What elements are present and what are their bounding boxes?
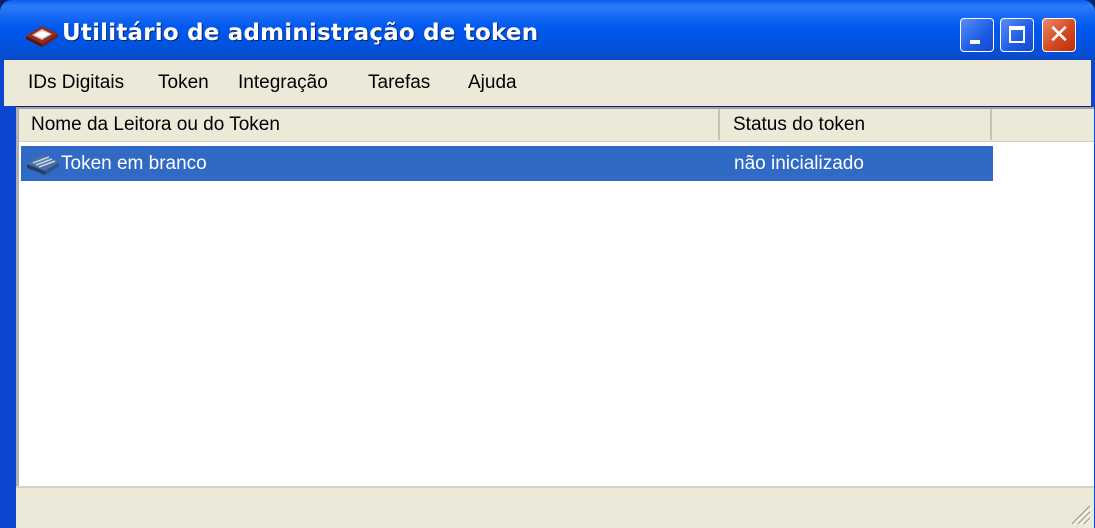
token-name: Token em branco: [61, 153, 207, 174]
menu-integracao[interactable]: Integração: [238, 72, 328, 94]
menu-bar: IDs Digitais Token Integração Tarefas Aj…: [4, 60, 1091, 106]
maximize-icon: [1009, 26, 1025, 43]
close-icon: ✕: [1048, 20, 1070, 50]
window-left-border: [0, 60, 16, 528]
close-button[interactable]: ✕: [1042, 18, 1076, 52]
token-drive-icon: [26, 26, 58, 47]
column-header-filler: [993, 109, 1094, 140]
app-window: Utilitário de administração de token ✕ I…: [0, 0, 1095, 528]
menu-ids-digitais[interactable]: IDs Digitais: [28, 72, 124, 94]
title-bar[interactable]: Utilitário de administração de token ✕: [0, 0, 1095, 60]
menu-token[interactable]: Token: [158, 72, 209, 94]
column-header-name[interactable]: Nome da Leitora ou do Token: [19, 109, 720, 140]
menu-ajuda[interactable]: Ajuda: [468, 72, 517, 94]
status-bar: [16, 486, 1094, 528]
list-header: Nome da Leitora ou do Token Status do to…: [19, 109, 1094, 142]
token-icon: [27, 155, 59, 175]
menu-tarefas[interactable]: Tarefas: [368, 72, 430, 94]
resize-grip-icon[interactable]: [1066, 500, 1092, 526]
maximize-button[interactable]: [1000, 18, 1034, 52]
token-status: não inicializado: [734, 153, 864, 174]
minimize-button[interactable]: [960, 18, 994, 52]
token-list[interactable]: Nome da Leitora ou do Token Status do to…: [16, 107, 1094, 486]
window-title: Utilitário de administração de token: [62, 20, 539, 46]
minimize-icon: [970, 40, 980, 44]
list-item[interactable]: Token em branco não inicializado: [21, 146, 993, 181]
column-header-status[interactable]: Status do token: [721, 109, 992, 140]
